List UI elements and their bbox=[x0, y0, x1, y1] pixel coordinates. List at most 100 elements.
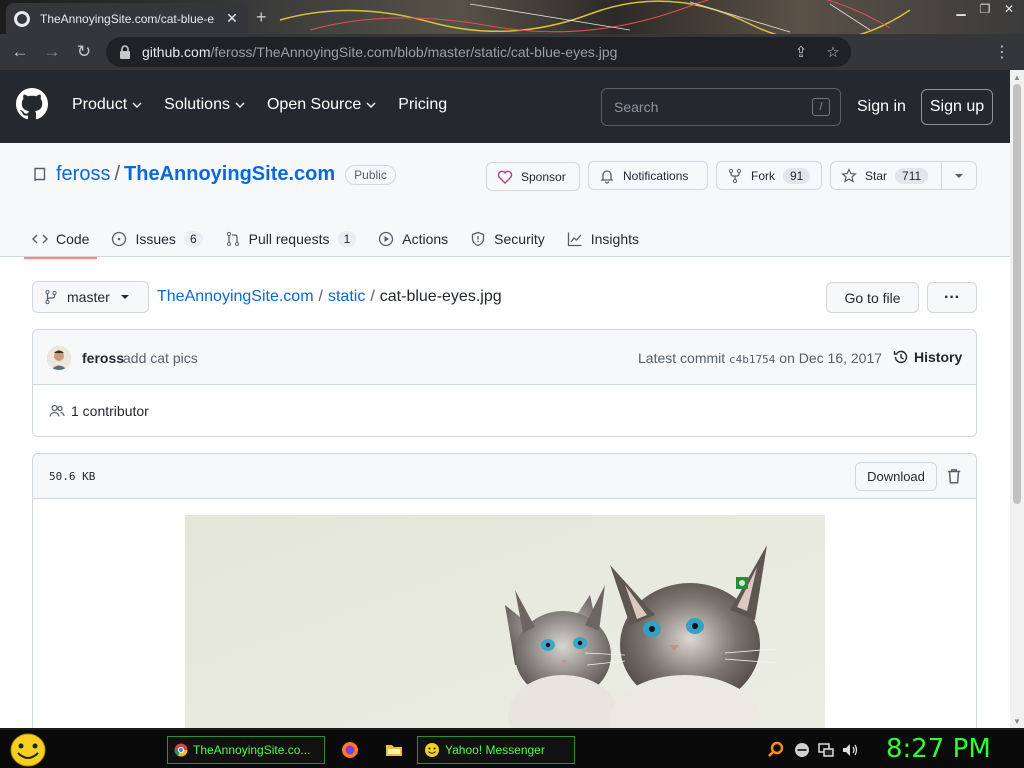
network-icon[interactable] bbox=[816, 740, 836, 760]
share-icon[interactable]: ⇪ bbox=[791, 42, 811, 62]
tab-insights[interactable]: Insights bbox=[567, 221, 639, 257]
repo-header: feross / TheAnnoyingSite.com Public Spon… bbox=[0, 143, 1022, 259]
commit-message-link[interactable]: add cat pics bbox=[123, 350, 198, 366]
tab-actions[interactable]: Actions bbox=[378, 221, 448, 257]
file-header: 50.6 KB Download bbox=[33, 454, 976, 499]
browser-toolbar: ← → ↻ github.com/feross/TheAnnoyingSite.… bbox=[0, 34, 1024, 96]
nav-open-source[interactable]: Open Source bbox=[267, 96, 376, 114]
start-smiley-icon[interactable] bbox=[8, 732, 48, 768]
fork-icon bbox=[728, 168, 742, 183]
heart-icon bbox=[497, 170, 513, 184]
star-list-dropdown[interactable] bbox=[941, 161, 977, 190]
page-scrollbar[interactable]: ▲ ▼ bbox=[1010, 70, 1024, 730]
search-input[interactable]: Search / bbox=[601, 88, 841, 126]
trash-icon[interactable] bbox=[945, 467, 963, 485]
star-count: 711 bbox=[895, 167, 929, 184]
url-host: github.com bbox=[142, 44, 211, 60]
breadcrumb-separator: / bbox=[318, 288, 323, 305]
download-button[interactable]: Download bbox=[855, 462, 937, 491]
sign-up-button[interactable]: Sign up bbox=[921, 89, 993, 125]
pull-requests-count: 1 bbox=[337, 231, 357, 247]
wallpaper-decoration bbox=[279, 0, 911, 34]
os-taskbar: TheAnnoyingSite.co... Yahoo! Messenger 8… bbox=[0, 728, 1024, 768]
folder-icon[interactable] bbox=[384, 740, 404, 760]
tab-code[interactable]: Code bbox=[23, 221, 99, 259]
forward-icon[interactable]: → bbox=[36, 36, 68, 68]
yahoo-messenger-icon bbox=[425, 743, 439, 757]
history-link[interactable]: History bbox=[893, 349, 962, 365]
bell-icon bbox=[600, 169, 614, 184]
latest-commit-box: feross add cat pics Latest commit c4b175… bbox=[32, 329, 977, 437]
sponsor-button[interactable]: Sponsor bbox=[486, 162, 580, 191]
play-circle-icon bbox=[379, 231, 394, 247]
branch-name: master bbox=[67, 289, 110, 305]
chrome-icon bbox=[174, 743, 188, 757]
file-viewer: 50.6 KB Download bbox=[32, 453, 977, 745]
star-icon bbox=[841, 167, 857, 183]
breadcrumb-repo-link[interactable]: TheAnnoyingSite.com bbox=[157, 288, 314, 305]
new-tab-icon[interactable]: + bbox=[256, 7, 267, 28]
taskbar-task-browser[interactable]: TheAnnoyingSite.co... bbox=[167, 736, 325, 764]
volume-icon[interactable] bbox=[840, 740, 860, 760]
reload-icon[interactable]: ↻ bbox=[68, 36, 100, 68]
nav-pricing[interactable]: Pricing bbox=[398, 96, 447, 114]
tab-issues[interactable]: Issues 6 bbox=[111, 221, 203, 257]
more-options-button[interactable]: ··· bbox=[927, 282, 977, 313]
fork-button[interactable]: Fork 91 bbox=[716, 161, 822, 190]
address-bar[interactable]: github.com/feross/TheAnnoyingSite.com/bl… bbox=[106, 37, 851, 67]
breadcrumb-dir-link[interactable]: static bbox=[328, 288, 365, 305]
commit-author-link[interactable]: feross bbox=[82, 350, 124, 366]
repo-icon bbox=[34, 167, 46, 181]
go-to-file-button[interactable]: Go to file bbox=[826, 282, 919, 313]
github-header: Product Solutions Open Source Pricing Se… bbox=[0, 70, 1024, 143]
chevron-down-icon bbox=[366, 102, 376, 108]
issue-opened-icon bbox=[112, 231, 127, 247]
close-tab-icon[interactable]: ✕ bbox=[224, 10, 240, 27]
pull-request-icon bbox=[226, 231, 239, 247]
repo-name-link[interactable]: TheAnnoyingSite.com bbox=[124, 163, 335, 186]
star-button[interactable]: Star 711 bbox=[830, 161, 942, 190]
tab-pull-requests[interactable]: Pull requests 1 bbox=[225, 221, 357, 257]
firefox-icon[interactable] bbox=[340, 740, 360, 760]
back-icon[interactable]: ← bbox=[4, 36, 36, 68]
browser-tab[interactable]: TheAnnoyingSite.com/cat-blue-e ✕ bbox=[6, 3, 248, 34]
contributors-link[interactable]: 1 contributor bbox=[49, 403, 149, 419]
commit-sha-link[interactable]: c4b1754 bbox=[729, 353, 775, 366]
repo-title: feross / TheAnnoyingSite.com Public bbox=[32, 163, 396, 186]
github-logo-icon[interactable] bbox=[16, 88, 48, 120]
browser-menu-icon[interactable]: ⋮ bbox=[994, 43, 1010, 61]
shield-icon bbox=[472, 231, 485, 247]
minimize-icon[interactable]: ▁ bbox=[950, 0, 972, 18]
scroll-down-icon[interactable]: ▼ bbox=[1012, 716, 1022, 726]
chevron-down-icon bbox=[235, 102, 245, 108]
triangle-down-icon bbox=[120, 295, 129, 299]
bookmark-star-icon[interactable]: ☆ bbox=[823, 42, 843, 62]
tab-security[interactable]: Security bbox=[470, 221, 545, 257]
code-icon bbox=[32, 234, 48, 244]
github-favicon-icon bbox=[14, 10, 30, 27]
restore-icon[interactable]: ❐ bbox=[974, 0, 996, 18]
notifications-button[interactable]: Notifications bbox=[588, 161, 708, 190]
nav-solutions[interactable]: Solutions bbox=[164, 96, 245, 114]
search-icon[interactable] bbox=[766, 740, 786, 760]
close-window-icon[interactable]: ✕ bbox=[998, 0, 1020, 18]
repo-owner-link[interactable]: feross bbox=[56, 163, 110, 186]
branch-selector[interactable]: master bbox=[32, 281, 149, 313]
commit-meta: Latest commit c4b1754 on Dec 16, 2017 bbox=[638, 350, 883, 366]
triangle-down-icon bbox=[955, 173, 963, 178]
cat-photo bbox=[185, 515, 825, 745]
search-shortcut-key: / bbox=[812, 98, 830, 116]
people-icon bbox=[49, 404, 65, 417]
commit-header: feross add cat pics Latest commit c4b175… bbox=[33, 330, 976, 385]
status-minus-icon[interactable] bbox=[792, 740, 812, 760]
taskbar-task-messenger[interactable]: Yahoo! Messenger bbox=[417, 736, 575, 764]
nav-product[interactable]: Product bbox=[72, 96, 142, 114]
sign-in-link[interactable]: Sign in bbox=[857, 98, 906, 116]
taskbar-clock: 8:27 PM bbox=[886, 734, 991, 764]
scroll-up-icon[interactable]: ▲ bbox=[1012, 72, 1022, 82]
avatar[interactable] bbox=[47, 346, 71, 370]
commit-date: on Dec 16, 2017 bbox=[779, 350, 883, 366]
scrollbar-thumb[interactable] bbox=[1013, 84, 1021, 504]
author-avatar-image bbox=[47, 346, 71, 370]
breadcrumb-separator: / bbox=[370, 288, 375, 305]
